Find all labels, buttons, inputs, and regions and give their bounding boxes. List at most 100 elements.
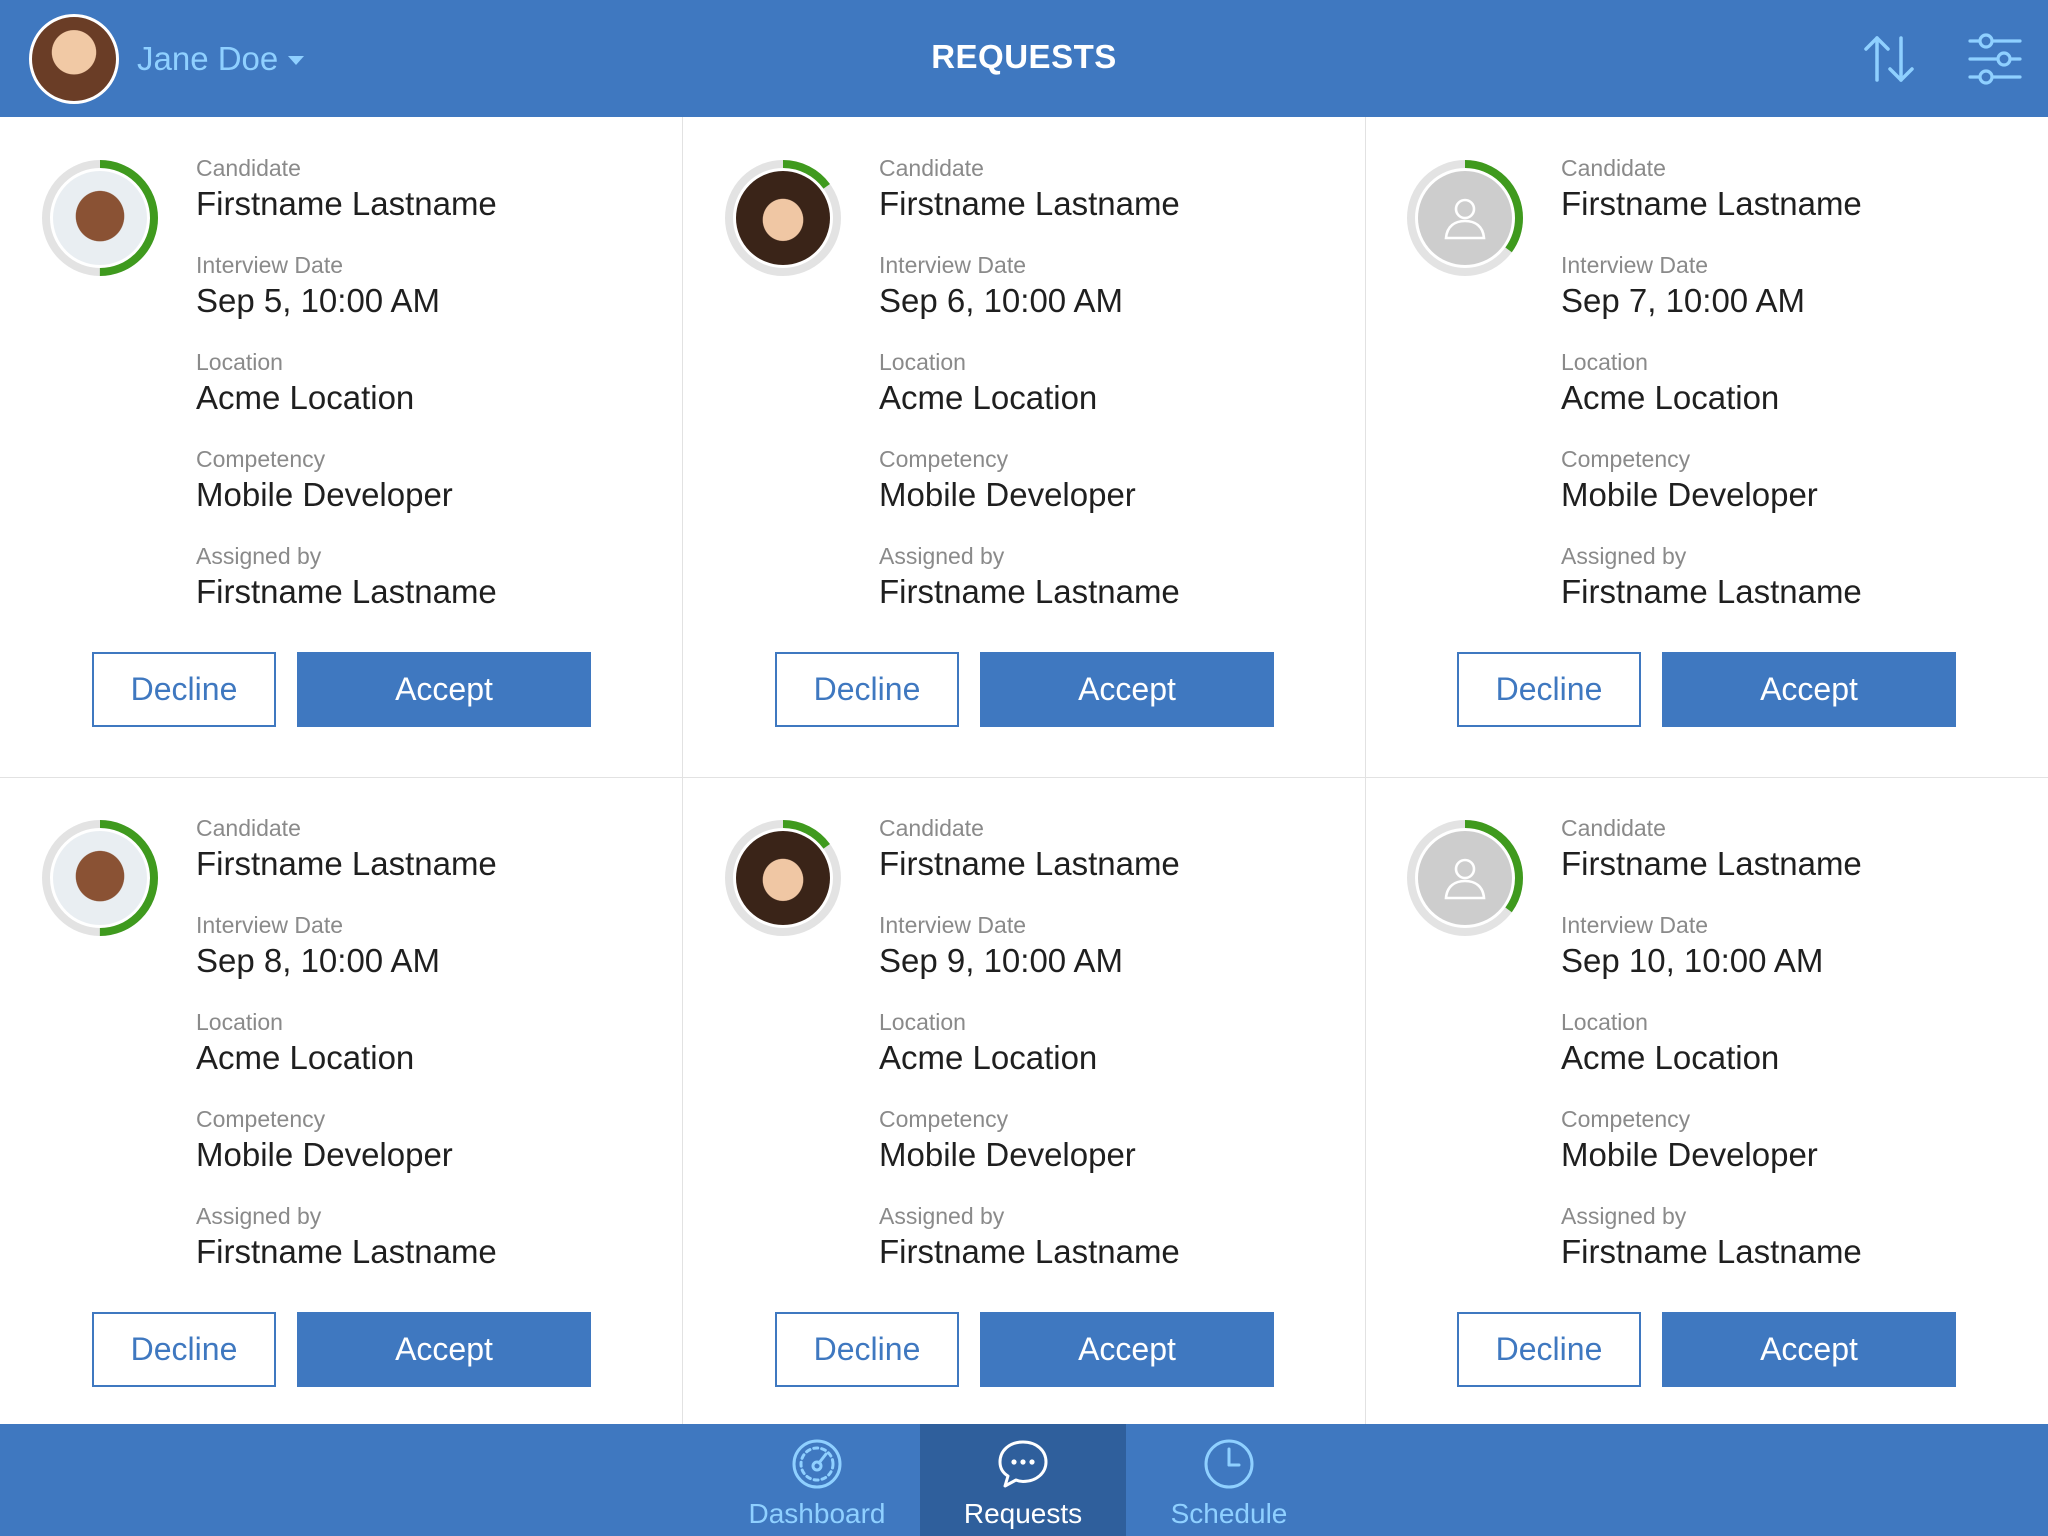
candidate-name: Firstname Lastname: [1561, 185, 1862, 222]
candidate-label: Candidate: [196, 815, 301, 841]
page-title: REQUESTS: [931, 38, 1117, 75]
location-label: Location: [196, 1009, 283, 1035]
accept-button[interactable]: Accept: [980, 1312, 1274, 1387]
interview-date: Sep 7, 10:00 AM: [1561, 282, 1806, 319]
interview-date: Sep 5, 10:00 AM: [196, 282, 441, 319]
assigned-by-label: Assigned by: [879, 1203, 1005, 1229]
candidate-name: Firstname Lastname: [879, 185, 1180, 222]
competency-label: Competency: [196, 446, 326, 472]
tab-schedule[interactable]: Schedule: [1126, 1424, 1332, 1536]
candidate-avatar: [1405, 158, 1525, 278]
interview-date: Sep 8, 10:00 AM: [196, 942, 441, 979]
competency-value: Mobile Developer: [196, 1136, 453, 1173]
location-label: Location: [879, 349, 966, 375]
location-label: Location: [879, 1009, 966, 1035]
filter-sliders-icon[interactable]: [1966, 30, 2024, 88]
accept-button[interactable]: Accept: [1662, 652, 1956, 727]
interview-date-label: Interview Date: [1561, 252, 1709, 278]
candidate-label: Candidate: [196, 155, 301, 181]
decline-button[interactable]: Decline: [775, 1312, 959, 1387]
assigned-by-value: Firstname Lastname: [1561, 1233, 1862, 1270]
tab-dashboard[interactable]: Dashboard: [714, 1424, 920, 1536]
accept-button[interactable]: Accept: [1662, 1312, 1956, 1387]
dashboard-gauge-icon: [792, 1439, 842, 1489]
candidate-label: Candidate: [1561, 815, 1666, 841]
assigned-by-value: Firstname Lastname: [879, 1233, 1180, 1270]
decline-button[interactable]: Decline: [92, 1312, 276, 1387]
candidate-avatar: [40, 158, 160, 278]
location-value: Acme Location: [879, 379, 1098, 416]
candidate-name: Firstname Lastname: [196, 845, 497, 882]
candidate-label: Candidate: [879, 815, 984, 841]
avatar-photo: [736, 831, 830, 925]
candidate-avatar: [723, 158, 843, 278]
competency-label: Competency: [196, 1106, 326, 1132]
request-card: Candidate Firstname Lastname Interview D…: [1365, 777, 2047, 1437]
competency-label: Competency: [1561, 1106, 1691, 1132]
location-value: Acme Location: [1561, 379, 1780, 416]
competency-value: Mobile Developer: [1561, 1136, 1818, 1173]
interview-date: Sep 9, 10:00 AM: [879, 942, 1124, 979]
person-placeholder-icon: [1418, 831, 1512, 925]
decline-button[interactable]: Decline: [1457, 652, 1641, 727]
tab-label: Dashboard: [748, 1498, 886, 1529]
request-grid: Candidate Firstname Lastname Interview D…: [0, 117, 2048, 1424]
location-label: Location: [1561, 1009, 1648, 1035]
decline-button[interactable]: Decline: [1457, 1312, 1641, 1387]
accept-button[interactable]: Accept: [297, 652, 591, 727]
candidate-label: Candidate: [879, 155, 984, 181]
person-icon: [1444, 858, 1486, 900]
avatar-photo: [53, 831, 147, 925]
person-placeholder-icon: [1418, 171, 1512, 265]
location-value: Acme Location: [1561, 1039, 1780, 1076]
clock-icon: [1204, 1439, 1254, 1489]
accept-button[interactable]: Accept: [980, 652, 1274, 727]
interview-date-label: Interview Date: [879, 912, 1027, 938]
request-card: Candidate Firstname Lastname Interview D…: [0, 777, 682, 1437]
request-card: Candidate Firstname Lastname Interview D…: [0, 117, 682, 777]
interview-date-label: Interview Date: [196, 252, 344, 278]
candidate-name: Firstname Lastname: [1561, 845, 1862, 882]
assigned-by-value: Firstname Lastname: [1561, 573, 1862, 610]
competency-value: Mobile Developer: [196, 476, 453, 513]
interview-date-label: Interview Date: [1561, 912, 1709, 938]
decline-button[interactable]: Decline: [775, 652, 959, 727]
competency-label: Competency: [879, 446, 1009, 472]
assigned-by-label: Assigned by: [196, 543, 322, 569]
assigned-by-value: Firstname Lastname: [879, 573, 1180, 610]
bottom-tab-bar: Dashboard Requests Schedule: [0, 1424, 2048, 1536]
accept-button[interactable]: Accept: [297, 1312, 591, 1387]
location-value: Acme Location: [196, 379, 415, 416]
assigned-by-label: Assigned by: [879, 543, 1005, 569]
candidate-avatar: [1405, 818, 1525, 938]
location-value: Acme Location: [879, 1039, 1098, 1076]
request-card: Candidate Firstname Lastname Interview D…: [1365, 117, 2047, 777]
assigned-by-value: Firstname Lastname: [196, 1233, 497, 1270]
interview-date: Sep 10, 10:00 AM: [1561, 942, 1824, 979]
candidate-name: Firstname Lastname: [879, 845, 1180, 882]
tab-requests[interactable]: Requests: [920, 1424, 1126, 1536]
assigned-by-label: Assigned by: [1561, 543, 1687, 569]
avatar-photo: [736, 171, 830, 265]
assigned-by-value: Firstname Lastname: [196, 573, 497, 610]
interview-date: Sep 6, 10:00 AM: [879, 282, 1124, 319]
location-value: Acme Location: [196, 1039, 415, 1076]
candidate-name: Firstname Lastname: [196, 185, 497, 222]
assigned-by-label: Assigned by: [196, 1203, 322, 1229]
sort-icon[interactable]: [1860, 30, 1918, 88]
chat-bubble-icon: [998, 1440, 1048, 1488]
competency-label: Competency: [879, 1106, 1009, 1132]
competency-value: Mobile Developer: [879, 476, 1136, 513]
decline-button[interactable]: Decline: [92, 652, 276, 727]
request-card: Candidate Firstname Lastname Interview D…: [683, 117, 1365, 777]
tab-label: Requests: [963, 1498, 1083, 1529]
interview-date-label: Interview Date: [879, 252, 1027, 278]
top-bar: Jane Doe REQUESTS: [0, 0, 2048, 117]
request-card: Candidate Firstname Lastname Interview D…: [683, 777, 1365, 1437]
competency-value: Mobile Developer: [879, 1136, 1136, 1173]
interview-date-label: Interview Date: [196, 912, 344, 938]
avatar-photo: [53, 171, 147, 265]
candidate-avatar: [723, 818, 843, 938]
candidate-avatar: [40, 818, 160, 938]
competency-label: Competency: [1561, 446, 1691, 472]
